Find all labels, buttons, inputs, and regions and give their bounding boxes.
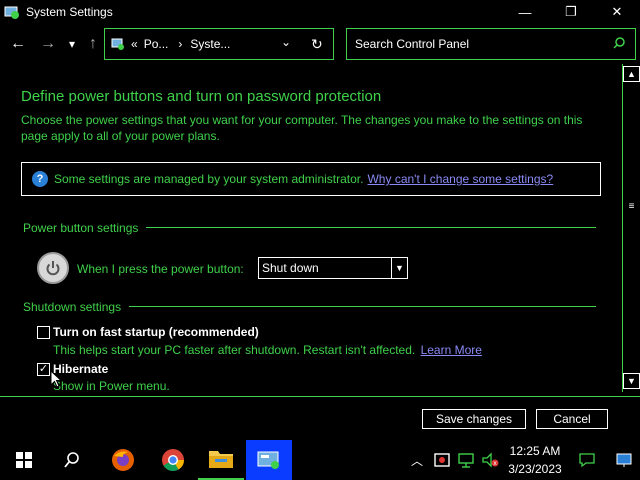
fast-startup-label[interactable]: Turn on fast startup (recommended) [53, 325, 259, 339]
clock-time: 12:25 AM [509, 444, 561, 458]
content-pane: Define power buttons and turn on passwor… [0, 64, 622, 393]
fast-startup-description-text: This helps start your PC faster after sh… [53, 343, 416, 357]
forward-arrow-icon[interactable]: → [38, 34, 58, 54]
fast-startup-description: This helps start your PC faster after sh… [53, 343, 482, 357]
fast-startup-checkbox[interactable] [37, 326, 50, 339]
maximize-button[interactable]: ❐ [548, 0, 594, 24]
scroll-thumb[interactable]: ≡ [628, 201, 635, 212]
chevron-down-icon[interactable]: ▼ [391, 258, 407, 278]
dialog-button-bar: Save changes Cancel [0, 396, 640, 440]
up-arrow-icon[interactable]: ↑ [83, 34, 103, 54]
hibernate-description: Show in Power menu. [53, 379, 170, 393]
taskbar: ︿ x 12:25 AM 3/23/2023 [0, 440, 640, 480]
svg-text:x: x [493, 460, 497, 467]
power-button-action-value: Shut down [262, 261, 319, 275]
shutdown-settings-title: Shutdown settings [23, 300, 122, 314]
show-desktop-icon[interactable] [608, 440, 640, 480]
search-taskbar-icon[interactable] [50, 440, 94, 480]
cancel-button[interactable]: Cancel [536, 409, 608, 429]
security-tray-icon[interactable] [430, 440, 454, 480]
windows-logo-icon [16, 452, 32, 468]
power-icon [37, 252, 69, 284]
learn-more-link[interactable]: Learn More [421, 343, 482, 357]
power-button-label: When I press the power button: [77, 262, 244, 276]
close-button[interactable]: ✕ [594, 0, 640, 24]
breadcrumb-system-settings[interactable]: Syste... [190, 37, 230, 51]
vertical-scrollbar[interactable]: ▲ ≡ ▼ [622, 64, 640, 392]
search-box[interactable]: Search Control Panel [346, 28, 636, 60]
file-explorer-icon[interactable] [198, 440, 244, 480]
network-icon[interactable] [454, 440, 478, 480]
search-input[interactable]: Search Control Panel [355, 37, 469, 51]
info-icon: ? [32, 171, 48, 187]
shutdown-section-divider [129, 306, 596, 307]
mouse-cursor-icon [50, 369, 63, 391]
admin-info-box: ? Some settings are managed by your syst… [21, 162, 601, 196]
hibernate-checkbox[interactable]: ✓ [37, 363, 50, 376]
breadcrumb-separator-icon[interactable]: › [178, 37, 182, 51]
refresh-icon[interactable]: ↻ [311, 36, 323, 53]
scroll-down-icon[interactable]: ▼ [623, 373, 640, 389]
title-bar: System Settings — ❐ ✕ [0, 0, 640, 24]
power-section-divider [146, 227, 596, 228]
address-dropdown-icon[interactable]: ⌄ [281, 35, 291, 49]
clock-date: 3/23/2023 [508, 462, 562, 476]
page-heading: Define power buttons and turn on passwor… [21, 88, 382, 105]
search-icon[interactable] [613, 37, 625, 52]
window-title: System Settings [26, 5, 113, 19]
why-cant-change-link[interactable]: Why can't I change some settings? [367, 172, 553, 186]
chrome-icon[interactable] [150, 440, 196, 480]
admin-info-text: Some settings are managed by your system… [54, 172, 364, 186]
show-hidden-icons-icon[interactable]: ︿ [406, 440, 428, 480]
start-button[interactable] [0, 440, 48, 480]
breadcrumb-power-options[interactable]: Po... [144, 37, 169, 51]
save-changes-button[interactable]: Save changes [422, 409, 526, 429]
minimize-button[interactable]: — [502, 0, 548, 24]
page-description: Choose the power settings that you want … [21, 113, 583, 143]
recent-locations-icon[interactable]: ▾ [62, 34, 82, 54]
power-button-action-select[interactable]: Shut down ▼ [258, 257, 408, 279]
notifications-icon[interactable] [572, 440, 602, 480]
address-control-panel-icon [111, 37, 125, 51]
system-clock[interactable]: 12:25 AM 3/23/2023 [504, 442, 566, 478]
volume-muted-icon[interactable]: x [478, 440, 502, 480]
control-panel-taskbar-icon[interactable] [246, 440, 292, 480]
address-bar[interactable]: « Po... › Syste... ⌄ ↻ [104, 28, 334, 60]
back-arrow-icon[interactable]: ← [8, 34, 28, 54]
firefox-icon[interactable] [100, 440, 146, 480]
address-overflow-icon[interactable]: « [131, 37, 138, 51]
power-button-settings-title: Power button settings [23, 221, 139, 235]
control-panel-icon [4, 4, 20, 20]
navigation-bar: ← → ▾ ↑ « Po... › Syste... ⌄ ↻ Search Co… [0, 24, 640, 64]
scroll-up-icon[interactable]: ▲ [623, 66, 640, 82]
